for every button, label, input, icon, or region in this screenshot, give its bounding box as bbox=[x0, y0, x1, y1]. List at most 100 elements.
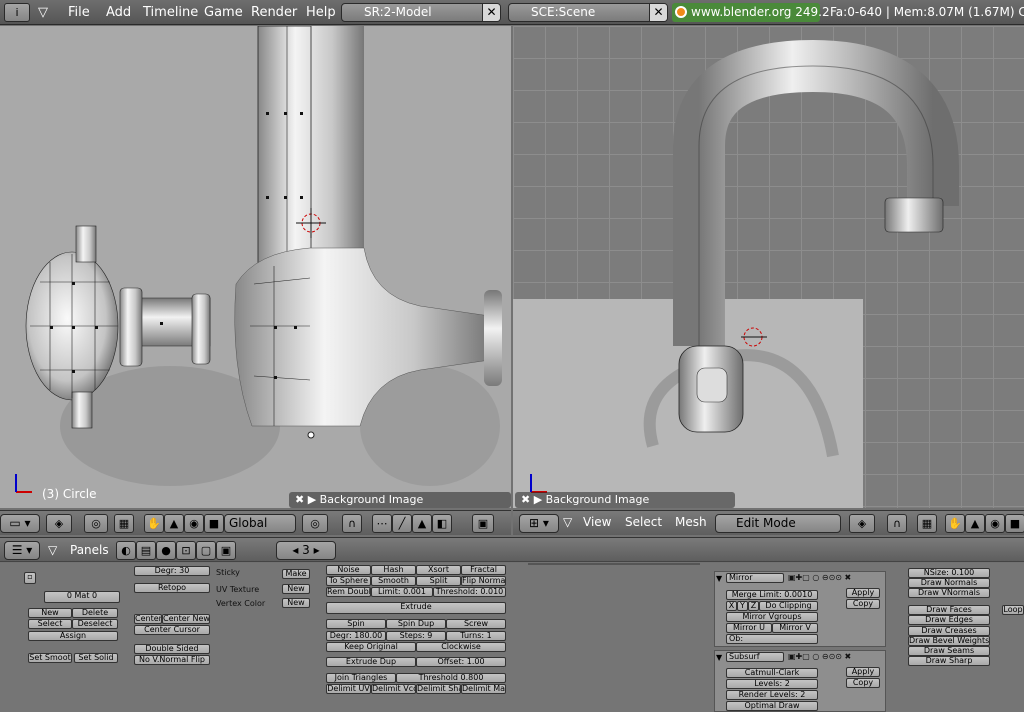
rotate-icon[interactable]: ◉ bbox=[184, 514, 204, 533]
retopo-toggle[interactable]: Retopo bbox=[134, 583, 210, 593]
join-threshold-field[interactable]: Threshold 0.800 bbox=[396, 673, 506, 683]
menu-mesh[interactable]: Mesh bbox=[675, 515, 707, 529]
offset-field[interactable]: Offset: 1.00 bbox=[416, 657, 506, 667]
collapse-menu-icon[interactable]: ▽ bbox=[38, 0, 48, 25]
info-icon[interactable]: i bbox=[4, 3, 30, 22]
mirror-axis-y[interactable]: Y bbox=[737, 601, 748, 611]
close-scene-icon[interactable]: ✕ bbox=[649, 4, 667, 21]
logic-context-icon[interactable]: ◐ bbox=[116, 541, 136, 560]
mirror-v-toggle[interactable]: Mirror V bbox=[772, 623, 818, 633]
mirror-u-toggle[interactable]: Mirror U bbox=[726, 623, 772, 633]
mirror-collapse-icon[interactable]: ▼ bbox=[716, 574, 722, 583]
background-image-strip-left[interactable]: ✖ ▶ Background Image bbox=[289, 492, 511, 508]
double-sided-toggle[interactable]: Double Sided bbox=[134, 644, 210, 654]
smooth-button[interactable]: Smooth bbox=[371, 576, 416, 586]
menu-timeline[interactable]: Timeline bbox=[143, 0, 198, 25]
translate-icon-right[interactable]: ▲ bbox=[965, 514, 985, 533]
panels-label[interactable]: Panels bbox=[70, 543, 109, 557]
buttons-type-button[interactable]: ☰ ▾ bbox=[4, 541, 40, 560]
to-sphere-button[interactable]: To Sphere bbox=[326, 576, 371, 586]
menu-game[interactable]: Game bbox=[204, 0, 243, 25]
shading-icon-right[interactable]: ▦ bbox=[917, 514, 937, 533]
no-vnormal-flip-toggle[interactable]: No V.Normal Flip bbox=[134, 655, 210, 665]
autosmooth-degree-field[interactable]: Degr: 30 bbox=[134, 566, 210, 576]
left-3d-viewport[interactable]: (3) Circle ✖ ▶ Background Image bbox=[0, 26, 511, 508]
subdivision-type-dropdown[interactable]: Catmull-Clark bbox=[726, 668, 818, 678]
translate-icon[interactable]: ▲ bbox=[164, 514, 184, 533]
render-preview-icon[interactable]: ▣ bbox=[472, 514, 494, 533]
material-new-button[interactable]: New bbox=[28, 608, 72, 618]
center-new-button[interactable]: Center New bbox=[162, 614, 210, 624]
hand-manipulator-icon-right[interactable]: ✋ bbox=[945, 514, 965, 533]
scene-context-icon[interactable]: ▣ bbox=[216, 541, 236, 560]
fractal-button[interactable]: Fractal bbox=[461, 565, 506, 575]
screw-turns-field[interactable]: Turns: 1 bbox=[446, 631, 506, 641]
set-smooth-button[interactable]: Set Smoot bbox=[28, 653, 72, 663]
mirror-apply-button[interactable]: Apply bbox=[846, 588, 880, 598]
menu-add[interactable]: Add bbox=[106, 0, 131, 25]
threshold-field[interactable]: Threshold: 0.010 bbox=[433, 587, 506, 597]
mirror-vgroups-toggle[interactable]: Mirror Vgroups bbox=[726, 612, 818, 622]
material-delete-button[interactable]: Delete bbox=[72, 608, 118, 618]
panels-collapse-icon[interactable]: ▽ bbox=[48, 543, 57, 557]
object-context-icon[interactable]: ⊡ bbox=[176, 541, 196, 560]
do-clipping-toggle[interactable]: Do Clipping bbox=[759, 601, 818, 611]
normal-size-field[interactable]: NSize: 0.100 bbox=[908, 568, 990, 578]
right-3d-viewport[interactable]: ✖ ▶ Background Image bbox=[513, 26, 1024, 508]
material-select-button[interactable]: Select bbox=[28, 619, 72, 629]
draw-normals-toggle[interactable]: Draw Normals bbox=[908, 578, 990, 588]
render-levels-field[interactable]: Render Levels: 2 bbox=[726, 690, 818, 700]
frame-field[interactable]: ◂ 3 ▸ bbox=[276, 541, 336, 560]
delimit-sha-toggle[interactable]: Delimit Sha bbox=[416, 684, 461, 694]
levels-field[interactable]: Levels: 2 bbox=[726, 679, 818, 689]
draw-edges-toggle[interactable]: Draw Edges bbox=[908, 615, 990, 625]
material-slot-icon[interactable]: ▫ bbox=[24, 572, 36, 584]
shading-icon[interactable]: ▦ bbox=[114, 514, 134, 533]
spin-steps-field[interactable]: Steps: 9 bbox=[386, 631, 446, 641]
keep-original-toggle[interactable]: Keep Original bbox=[326, 642, 416, 652]
subsurf-mode-icons[interactable]: ▣✚▢ ○ ⊖⊙⊙ ✖ bbox=[788, 652, 851, 661]
view-type-button-right[interactable]: ⊞ ▾ bbox=[519, 514, 559, 533]
subsurf-copy-button[interactable]: Copy bbox=[846, 678, 880, 688]
scale-icon[interactable]: ■ bbox=[204, 514, 224, 533]
proportional-icon[interactable]: ◎ bbox=[302, 514, 328, 533]
subsurf-name-field[interactable]: Subsurf bbox=[726, 652, 784, 662]
material-deselect-button[interactable]: Deselect bbox=[72, 619, 118, 629]
subsurf-collapse-icon[interactable]: ▼ bbox=[716, 653, 722, 662]
collapse-menu-icon-right[interactable]: ▽ bbox=[563, 515, 572, 529]
orientation-dropdown[interactable]: Global bbox=[224, 514, 296, 533]
hand-manipulator-icon[interactable]: ✋ bbox=[144, 514, 164, 533]
edge-select-icon[interactable]: ╱ bbox=[392, 514, 412, 533]
flip-normal-button[interactable]: Flip Normal bbox=[461, 576, 506, 586]
menu-select[interactable]: Select bbox=[625, 515, 662, 529]
pivot-icon-right[interactable]: ◈ bbox=[849, 514, 875, 533]
extrude-button[interactable]: Extrude bbox=[326, 602, 506, 614]
scale-icon-right[interactable]: ■ bbox=[1005, 514, 1024, 533]
screw-button[interactable]: Screw bbox=[446, 619, 506, 629]
limit-field[interactable]: Limit: 0.001 bbox=[371, 587, 433, 597]
background-image-strip-right[interactable]: ✖ ▶ Background Image bbox=[515, 492, 735, 508]
close-screen-icon[interactable]: ✕ bbox=[482, 4, 500, 21]
hash-button[interactable]: Hash bbox=[371, 565, 416, 575]
screen-selector[interactable]: SR:2-Model ✕ bbox=[341, 3, 501, 22]
mirror-copy-button[interactable]: Copy bbox=[846, 599, 880, 609]
subsurf-apply-button[interactable]: Apply bbox=[846, 667, 880, 677]
scene-selector[interactable]: SCE:Scene ✕ bbox=[508, 3, 668, 22]
object-mode-icon[interactable]: ◈ bbox=[46, 514, 72, 533]
join-triangles-button[interactable]: Join Triangles bbox=[326, 673, 396, 683]
center-cursor-button[interactable]: Center Cursor bbox=[134, 625, 210, 635]
split-button[interactable]: Split bbox=[416, 576, 461, 586]
uv-new-button[interactable]: New bbox=[282, 584, 310, 594]
mode-dropdown[interactable]: Edit Mode bbox=[715, 514, 841, 533]
menu-file[interactable]: File bbox=[68, 0, 90, 25]
view-type-button[interactable]: ▭ ▾ bbox=[0, 514, 40, 533]
delimit-ma-toggle[interactable]: Delimit Ma bbox=[461, 684, 506, 694]
occlude-icon[interactable]: ◧ bbox=[432, 514, 452, 533]
vertex-select-icon[interactable]: ⋯ bbox=[372, 514, 392, 533]
delimit-vco-toggle[interactable]: Delimit Vco bbox=[371, 684, 416, 694]
menu-help[interactable]: Help bbox=[306, 0, 336, 25]
loop-button[interactable]: Loop bbox=[1002, 605, 1024, 615]
clockwise-toggle[interactable]: Clockwise bbox=[416, 642, 506, 652]
magnet-icon[interactable]: ∩ bbox=[342, 514, 362, 533]
spin-degrees-field[interactable]: Degr: 180.00 bbox=[326, 631, 386, 641]
